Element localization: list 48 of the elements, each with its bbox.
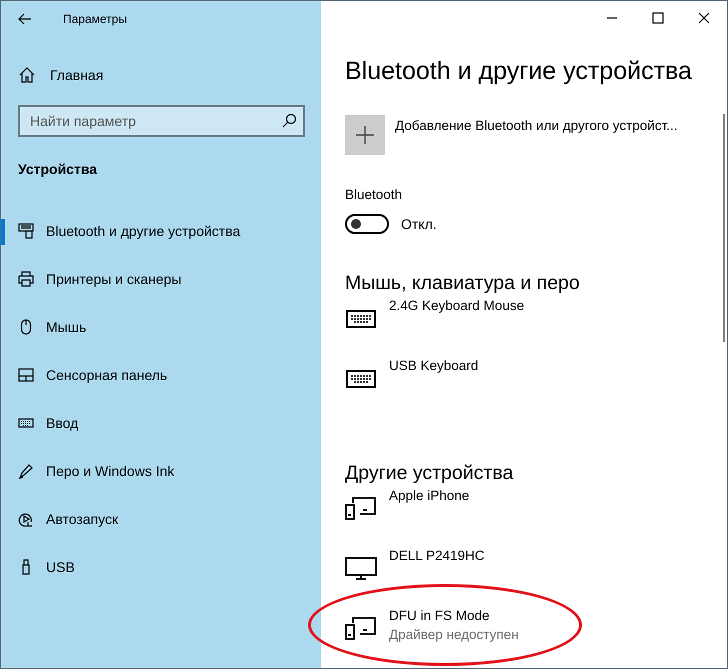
- home-label: Главная: [50, 67, 104, 83]
- devices-icon: [345, 496, 377, 520]
- devices-icon: [18, 223, 34, 239]
- close-icon: [698, 12, 710, 24]
- device-item[interactable]: DELL P2419HC: [345, 548, 645, 608]
- add-device-link[interactable]: Добавление Bluetooth или другого устройст...: [395, 118, 678, 133]
- plus-icon: [355, 125, 375, 145]
- home-icon: [18, 66, 36, 84]
- scrollbar[interactable]: [723, 114, 725, 342]
- search-icon: [281, 113, 297, 129]
- section-heading: Другие устройства: [345, 462, 514, 486]
- nav-item[interactable]: Сенсорная панель: [1, 351, 321, 399]
- device-name: Apple iPhone: [389, 488, 470, 503]
- nav-item[interactable]: Ввод: [1, 399, 321, 447]
- arrow-left-icon: [17, 11, 33, 27]
- toggle-state: Откл.: [401, 216, 437, 232]
- device-name: 2.4G Keyboard Mouse: [389, 298, 524, 313]
- device-name: USB Keyboard: [389, 358, 478, 373]
- mouse-icon: [18, 319, 34, 335]
- page-title: Bluetooth и другие устройства: [345, 57, 693, 87]
- maximize-icon: [652, 12, 664, 24]
- monitor-icon: [345, 556, 377, 580]
- home-link[interactable]: Главная: [18, 62, 104, 88]
- touchpad-icon: [18, 367, 34, 383]
- nav-item[interactable]: Автозапуск: [1, 495, 321, 543]
- window-title: Параметры: [63, 12, 127, 26]
- device-item[interactable]: Apple iPhone: [345, 488, 645, 548]
- device-name: DELL P2419HC: [389, 548, 485, 563]
- nav-item[interactable]: Мышь: [1, 303, 321, 351]
- pen-icon: [18, 463, 34, 479]
- nav-item[interactable]: Принтеры и сканеры: [1, 255, 321, 303]
- nav-item[interactable]: USB: [1, 543, 321, 591]
- device-item[interactable]: USB Keyboard: [345, 358, 645, 418]
- device-name: DFU in FS Mode: [389, 608, 491, 623]
- printer-icon: [18, 271, 34, 287]
- autoplay-icon: [18, 511, 34, 527]
- search-field[interactable]: Найти параметр: [18, 105, 305, 137]
- nav-item[interactable]: Bluetooth и другие устройства: [1, 207, 321, 255]
- section-heading: Устройства: [18, 161, 98, 179]
- devices-icon: [345, 616, 377, 640]
- bluetooth-label: Bluetooth: [345, 187, 404, 202]
- device-status: Драйвер недоступен: [389, 627, 519, 642]
- section-heading: Мышь, клавиатура и перо: [345, 272, 581, 296]
- nav-item[interactable]: Перо и Windows Ink: [1, 447, 321, 495]
- add-device-button[interactable]: [345, 115, 385, 155]
- device-item[interactable]: 2.4G Keyboard Mouse: [345, 298, 645, 358]
- device-item[interactable]: DFU in FS Mode Драйвер недоступен: [345, 608, 645, 668]
- bluetooth-toggle[interactable]: [345, 214, 389, 234]
